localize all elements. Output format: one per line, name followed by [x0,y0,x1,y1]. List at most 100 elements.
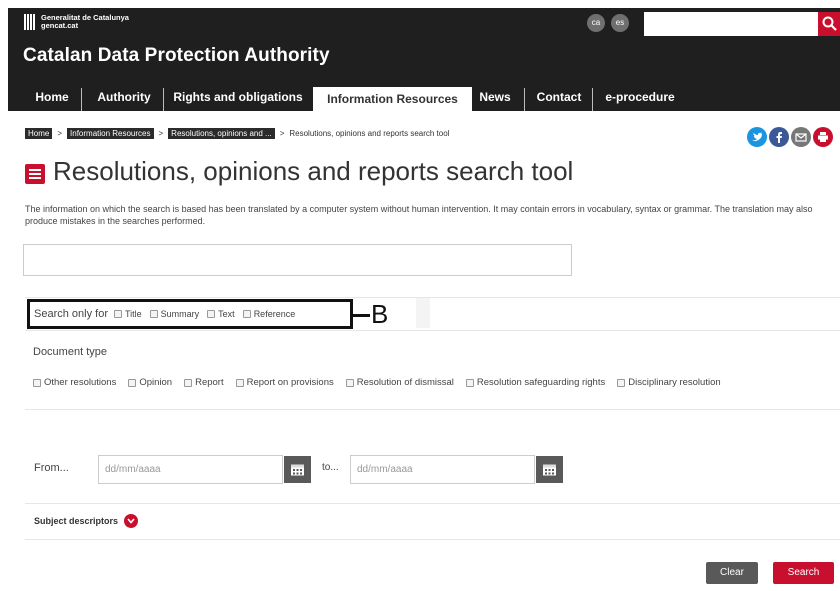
print-icon [818,132,828,142]
gencat-logo-link[interactable]: Generalitat de Catalunya gencat.cat [24,14,129,30]
subject-descriptors-label: Subject descriptors [34,516,119,526]
divider [25,539,840,540]
breadcrumb-separator: > [57,129,63,138]
doctype-option-label: Resolution of dismissal [356,377,454,388]
gencat-logo-icon [24,14,36,30]
breadcrumb-information-resources[interactable]: Information Resources [67,128,154,139]
share-mail-button[interactable] [791,127,811,147]
search-only-for-label: Search only for [34,308,108,320]
to-date-label: to... [322,462,339,473]
search-button[interactable]: Search [773,562,834,584]
summary-checkbox[interactable] [149,310,158,318]
doctype-disciplinary-resolution[interactable]: Disciplinary resolution [617,377,721,388]
annotation-blank-area [416,298,430,328]
page-title: Resolutions, opinions and reports search… [53,156,574,186]
doctype-report-on-provisions[interactable]: Report on provisions [235,377,334,388]
share-facebook-button[interactable] [769,127,789,147]
search-icon [822,16,837,31]
calendar-icon [543,464,556,476]
calendar-icon [291,464,304,476]
doctype-option-label: Report [195,377,224,388]
subject-descriptors-toggle[interactable]: Subject descriptors [34,514,139,528]
site-title[interactable]: Catalan Data Protection Authority [23,45,330,67]
main-search-input[interactable] [23,244,572,276]
language-ca-button[interactable]: ca [587,14,605,32]
twitter-icon [752,132,762,142]
nav-separator [81,88,82,111]
from-date-label: From... [34,462,69,474]
nav-authority[interactable]: Authority [89,83,159,111]
from-date-input[interactable] [98,455,283,484]
breadcrumb-home[interactable]: Home [25,128,53,139]
to-date-input[interactable] [350,455,535,484]
nav-e-procedure[interactable]: e-procedure [598,83,682,111]
doctype-option-label: Resolution safeguarding rights [476,377,606,388]
nav-news[interactable]: News [474,83,516,111]
summary-option-label: Summary [160,309,200,319]
search-only-for-group: Search only for Title Summary Text Refer… [27,299,353,329]
from-date-calendar-button[interactable] [284,456,311,483]
share-twitter-button[interactable] [747,127,767,147]
doctype-option-label: Other resolutions [44,377,117,388]
nav-separator [163,88,164,111]
language-es-button[interactable]: es [611,14,629,32]
doctype-option-label: Opinion [139,377,173,388]
divider [25,330,840,331]
report-on-provisions-checkbox[interactable] [235,378,244,387]
doctype-option-label: Report on provisions [246,377,334,388]
to-date-calendar-button[interactable] [536,456,563,483]
site-search-button[interactable] [818,12,840,36]
opinion-checkbox[interactable] [128,378,137,387]
annotation-pointer-line [353,314,370,317]
menu-list-icon [25,164,45,184]
mail-icon [795,133,807,142]
search-reference-option[interactable]: Reference [242,309,296,319]
search-text-option[interactable]: Text [207,309,235,319]
title-option-label: Title [124,309,142,319]
facebook-icon [776,132,782,143]
chevron-down-icon [124,514,139,528]
nav-information-resources[interactable]: Information Resources [313,87,472,111]
annotation-marker-label: B [371,299,389,329]
resolution-of-dismissal-checkbox[interactable] [345,378,354,387]
divider [25,297,840,298]
document-type-label: Document type [33,346,107,358]
top-header: Generalitat de Catalunya gencat.cat ca e… [8,8,840,83]
title-checkbox[interactable] [113,310,122,318]
breadcrumb-separator: > [158,129,164,138]
disciplinary-resolution-checkbox[interactable] [617,378,626,387]
nav-contact[interactable]: Contact [531,83,587,111]
breadcrumb-resolutions[interactable]: Resolutions, opinions and ... [168,128,275,139]
site-search-input[interactable] [644,12,818,36]
breadcrumb-current: Resolutions, opinions and reports search… [289,129,450,138]
gencat-url: gencat.cat [41,21,79,30]
doctype-report[interactable]: Report [184,377,224,388]
search-title-option[interactable]: Title [113,309,142,319]
doctype-resolution-of-dismissal[interactable]: Resolution of dismissal [345,377,454,388]
breadcrumb-separator: > [279,129,285,138]
doctype-other-resolutions[interactable]: Other resolutions [33,377,116,388]
translation-notice: The information on which the search is b… [25,204,813,226]
resolution-safeguarding-rights-checkbox[interactable] [465,378,474,387]
text-checkbox[interactable] [207,310,216,318]
doctype-option-label: Disciplinary resolution [628,377,721,388]
nav-home[interactable]: Home [27,83,77,111]
search-summary-option[interactable]: Summary [149,309,200,319]
text-option-label: Text [218,309,235,319]
report-checkbox[interactable] [184,378,193,387]
nav-separator [524,88,525,111]
reference-checkbox[interactable] [242,310,251,318]
main-navigation: Home Authority Rights and obligations In… [8,83,840,111]
document-type-options: Other resolutions Opinion Report Report … [33,377,733,388]
nav-rights-and-obligations[interactable]: Rights and obligations [168,83,308,111]
doctype-resolution-safeguarding-rights[interactable]: Resolution safeguarding rights [465,377,606,388]
clear-button[interactable]: Clear [706,562,758,584]
share-print-button[interactable] [813,127,833,147]
divider [25,503,840,504]
divider [25,409,840,410]
reference-option-label: Reference [253,309,296,319]
other-resolutions-checkbox[interactable] [33,378,41,387]
doctype-opinion[interactable]: Opinion [128,377,172,388]
nav-separator [592,88,593,111]
breadcrumb: Home > Information Resources > Resolutio… [25,128,449,139]
